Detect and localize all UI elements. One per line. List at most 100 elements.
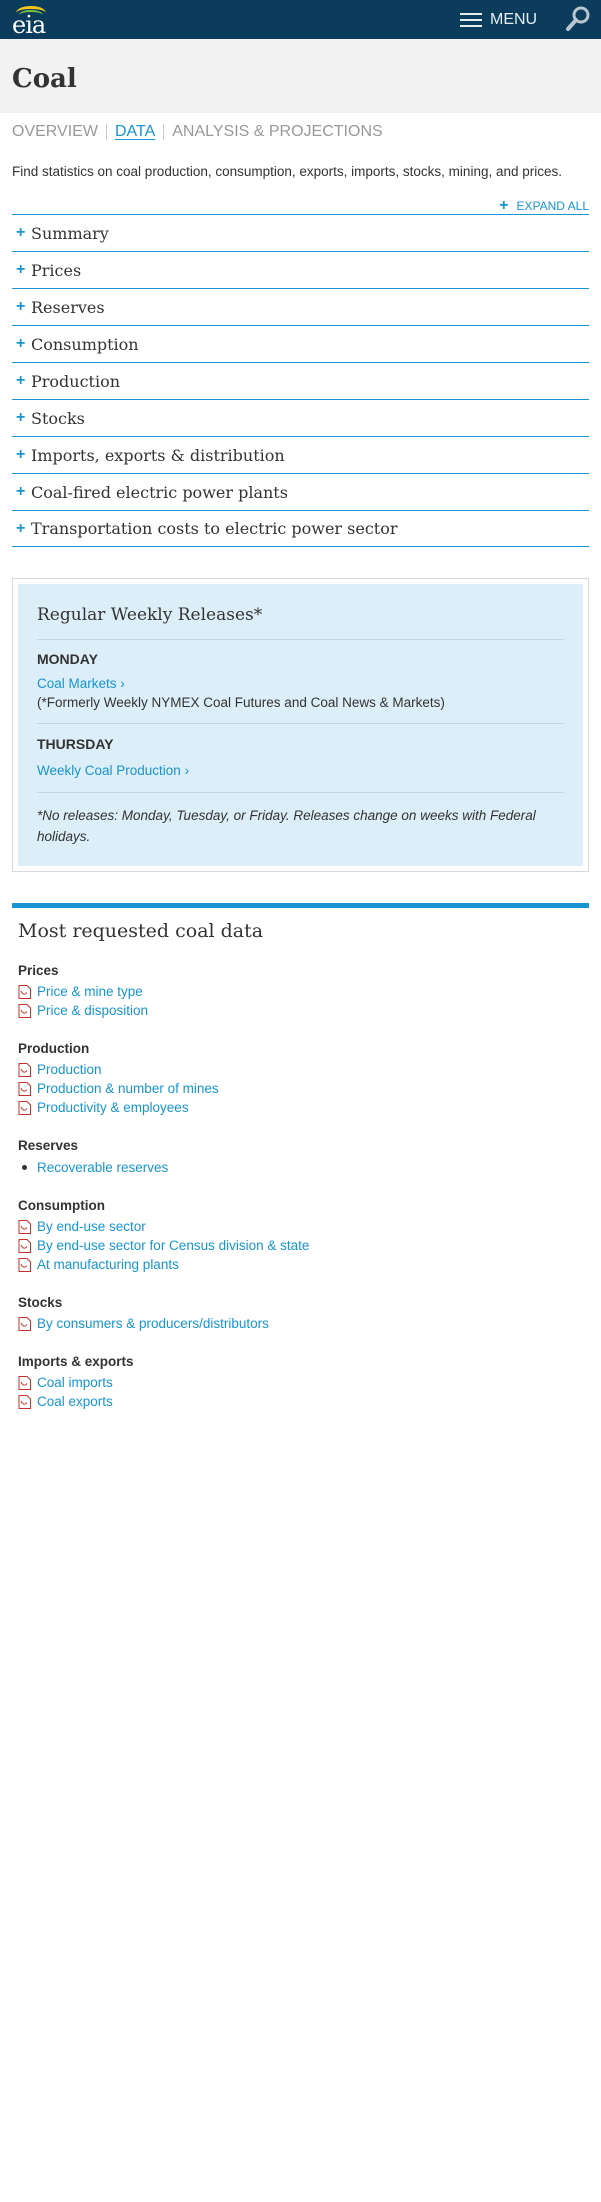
pdf-icon [18, 1062, 31, 1077]
accordion-label: Transportation costs to electric power s… [31, 519, 398, 538]
doc-label: By end-use sector for Census division & … [37, 1238, 310, 1253]
doc-link-coal-imports[interactable]: Coal imports [18, 1375, 113, 1390]
bullet-icon [22, 1165, 27, 1170]
imports-exports-heading: Imports & exports [18, 1354, 134, 1369]
hamburger-icon [460, 13, 482, 27]
reserves-heading: Reserves [18, 1138, 79, 1153]
accordion-item-power-plants[interactable]: + Coal-fired electric power plants [12, 473, 589, 510]
accordion-label: Consumption [31, 334, 139, 354]
menu-label: MENU [490, 11, 538, 28]
plus-icon: + [16, 519, 26, 537]
link-recoverable-reserves[interactable]: Recoverable reserves [18, 1160, 168, 1175]
pdf-icon [18, 1100, 31, 1115]
weekly-releases-panel: Regular Weekly Releases* MONDAY Coal Mar… [18, 584, 583, 866]
plus-icon: + [16, 446, 26, 463]
weekly-coal-production-link[interactable]: Weekly Coal Production › [37, 763, 189, 778]
accordion-label: Prices [31, 260, 82, 280]
doc-label: At manufacturing plants [37, 1257, 179, 1272]
accordion-item-consumption[interactable]: + Consumption [12, 325, 589, 362]
accordion-label: Stocks [31, 408, 85, 428]
pdf-icon [18, 984, 31, 999]
plus-icon: + [16, 261, 26, 278]
pdf-icon [18, 1238, 31, 1253]
divider [37, 639, 564, 640]
pdf-icon [18, 1219, 31, 1234]
eia-logo[interactable]: eia [12, 4, 52, 39]
title-band [0, 39, 601, 113]
thursday-heading: THURSDAY [37, 736, 114, 752]
doc-label: Productivity & employees [37, 1100, 189, 1115]
doc-label: By end-use sector [37, 1219, 146, 1234]
data-accordion: + Summary + Prices + Reserves + Consumpt… [12, 214, 589, 547]
pdf-icon [18, 1394, 31, 1409]
weekly-releases-title: Regular Weekly Releases* [37, 605, 263, 625]
weekly-footnote: *No releases: Monday, Tuesday, or Friday… [37, 808, 536, 844]
stocks-heading: Stocks [18, 1295, 63, 1310]
doc-link-productivity-employees[interactable]: Productivity & employees [18, 1100, 189, 1115]
doc-label: Price & mine type [37, 984, 143, 999]
section-tabs: OVERVIEW DATA ANALYSIS & PROJECTIONS [12, 123, 383, 141]
accordion-label: Coal-fired electric power plants [31, 482, 288, 502]
doc-link-end-use-census[interactable]: By end-use sector for Census division & … [18, 1238, 309, 1253]
plus-icon: + [16, 298, 26, 315]
expand-all-button[interactable]: + EXPAND ALL [499, 198, 589, 214]
divider [37, 723, 564, 724]
doc-link-end-use-sector[interactable]: By end-use sector [18, 1219, 146, 1234]
doc-link-price-mine-type[interactable]: Price & mine type [18, 984, 143, 999]
coal-markets-link[interactable]: Coal Markets › [37, 676, 125, 691]
tab-analysis-projections[interactable]: ANALYSIS & PROJECTIONS [172, 123, 382, 141]
pdf-icon [18, 1003, 31, 1018]
intro-text: Find statistics on coal production, cons… [12, 164, 562, 179]
accordion-item-transportation[interactable]: + Transportation costs to electric power… [12, 510, 589, 547]
pdf-icon [18, 1316, 31, 1331]
tab-data[interactable]: DATA [115, 123, 155, 141]
accordion-label: Summary [31, 223, 109, 243]
doc-link-consumers-producers[interactable]: By consumers & producers/distributors [18, 1316, 269, 1331]
most-requested-section: Most requested coal data Prices Price & … [12, 903, 589, 1409]
doc-label: Production & number of mines [37, 1081, 219, 1096]
logo-text: eia [12, 11, 46, 39]
accordion-item-production[interactable]: + Production [12, 362, 589, 399]
divider [37, 792, 564, 793]
plus-icon: + [16, 335, 26, 352]
doc-link-production[interactable]: Production [18, 1062, 102, 1077]
doc-label: Production [37, 1062, 102, 1077]
accordion-item-stocks[interactable]: + Stocks [12, 399, 589, 436]
monday-heading: MONDAY [37, 651, 98, 667]
accordion-label: Reserves [31, 297, 105, 317]
accordion-label: Imports, exports & distribution [31, 445, 285, 465]
expand-all-label: EXPAND ALL [516, 199, 589, 213]
weekly-releases-box: Regular Weekly Releases* MONDAY Coal Mar… [12, 578, 589, 872]
plus-icon: + [499, 197, 509, 214]
doc-label: By consumers & producers/distributors [37, 1316, 269, 1331]
monday-note: (*Formerly Weekly NYMEX Coal Futures and… [37, 695, 445, 710]
tab-divider [105, 124, 107, 140]
prices-heading: Prices [18, 963, 59, 978]
link-label: Recoverable reserves [37, 1160, 169, 1175]
doc-link-price-disposition[interactable]: Price & disposition [18, 1003, 148, 1018]
doc-link-production-mines[interactable]: Production & number of mines [18, 1081, 219, 1096]
tab-divider [163, 124, 165, 140]
doc-link-manufacturing-plants[interactable]: At manufacturing plants [18, 1257, 179, 1272]
plus-icon: + [16, 224, 26, 241]
tab-overview[interactable]: OVERVIEW [12, 123, 98, 141]
search-icon[interactable] [563, 4, 593, 34]
accordion-item-reserves[interactable]: + Reserves [12, 288, 589, 325]
accordion-item-summary[interactable]: + Summary [12, 214, 589, 251]
doc-link-coal-exports[interactable]: Coal exports [18, 1394, 113, 1409]
most-requested-title: Most requested coal data [18, 920, 264, 942]
consumption-heading: Consumption [18, 1198, 105, 1213]
pdf-icon [18, 1375, 31, 1390]
doc-label: Coal exports [37, 1394, 113, 1409]
doc-label: Coal imports [37, 1375, 113, 1390]
plus-icon: + [16, 483, 26, 500]
accordion-item-prices[interactable]: + Prices [12, 251, 589, 288]
doc-label: Price & disposition [37, 1003, 149, 1018]
accordion-item-imports-exports[interactable]: + Imports, exports & distribution [12, 436, 589, 473]
pdf-icon [18, 1081, 31, 1096]
page-title: Coal [12, 64, 77, 94]
plus-icon: + [16, 372, 26, 389]
menu-button[interactable]: MENU [460, 9, 537, 31]
production-heading: Production [18, 1041, 90, 1056]
pdf-icon [18, 1257, 31, 1272]
